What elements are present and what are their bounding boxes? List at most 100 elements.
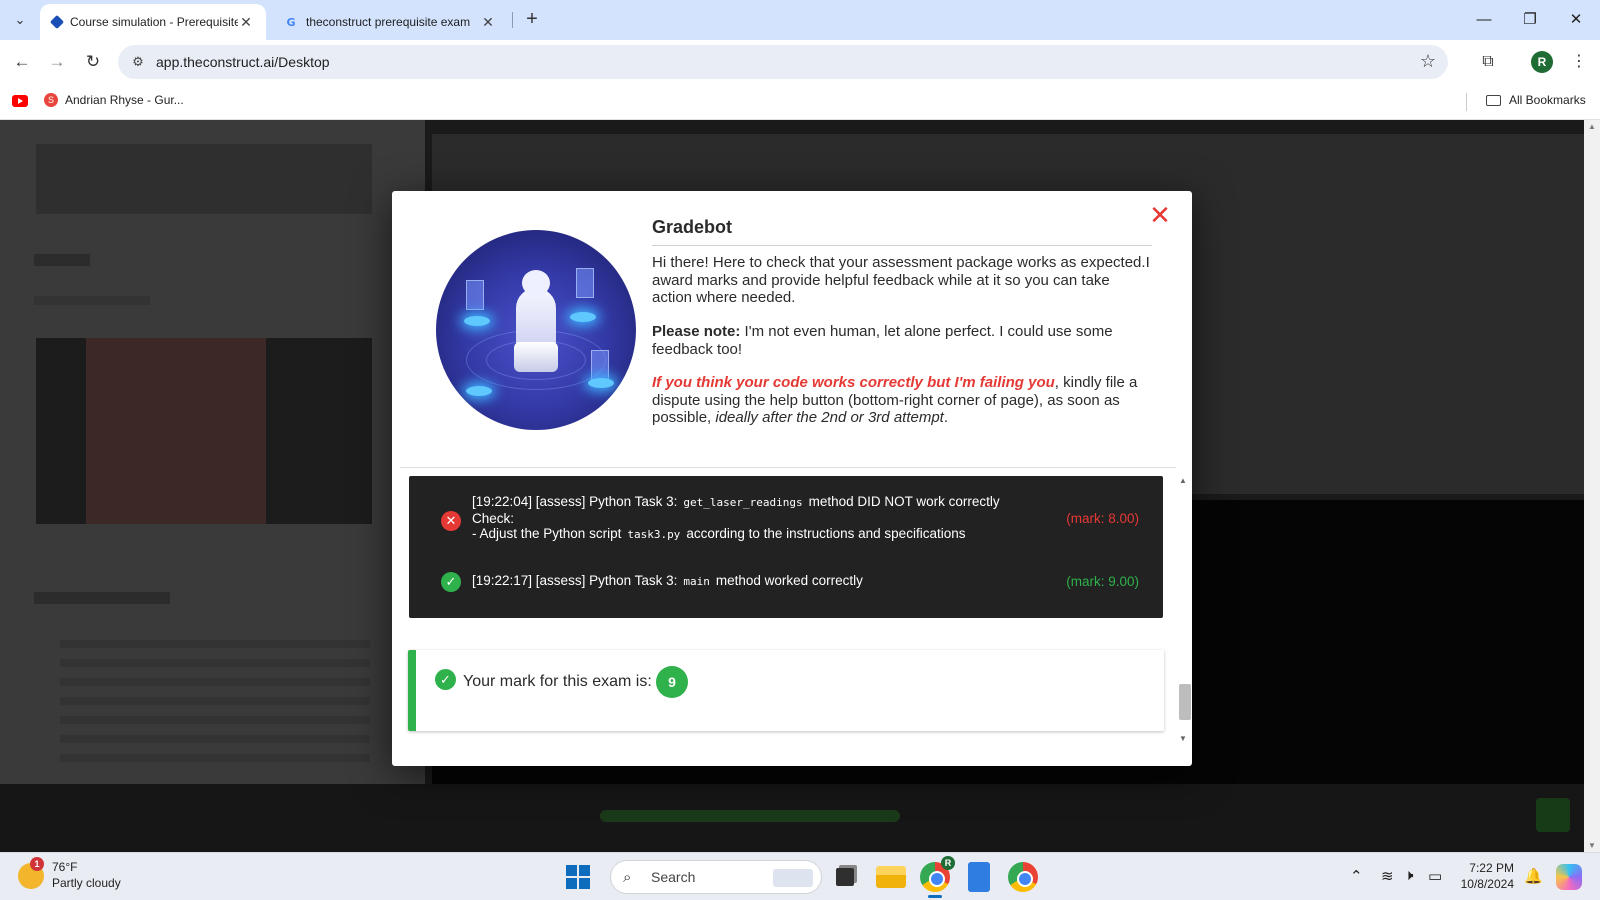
show-hidden-icons-chevron-icon[interactable]: ⌃ bbox=[1350, 867, 1363, 885]
search-placeholder: Search bbox=[651, 869, 696, 885]
google-favicon-icon: G bbox=[286, 15, 296, 29]
scroll-thumb[interactable] bbox=[1179, 684, 1191, 720]
log-suffix: method DID NOT work correctly bbox=[808, 494, 1000, 509]
ide-bottom-bar bbox=[0, 784, 1600, 852]
result-card: ✓ Your mark for this exam is: 9 bbox=[408, 650, 1164, 731]
copilot-icon[interactable] bbox=[1556, 864, 1582, 890]
extensions-puzzle-icon[interactable]: ⧉ bbox=[1477, 51, 1499, 73]
file-explorer-icon[interactable] bbox=[876, 866, 906, 888]
course-notebook-pane bbox=[0, 120, 425, 784]
address-bar[interactable]: ⚙ app.theconstruct.ai/Desktop ☆ bbox=[118, 45, 1448, 79]
notebook-subheading bbox=[34, 296, 150, 305]
tab-search-chevron-icon[interactable]: ⌄ bbox=[6, 8, 34, 32]
log-code: main bbox=[683, 575, 710, 588]
forward-arrow-icon[interactable]: → bbox=[45, 50, 69, 74]
scroll-down-icon[interactable]: ▼ bbox=[1584, 841, 1600, 850]
bookmarks-divider bbox=[1466, 93, 1467, 111]
notification-bell-icon[interactable]: 🔔 bbox=[1524, 867, 1543, 885]
log-mark: (mark: 9.00) bbox=[1066, 574, 1139, 589]
log-entry: ✓ [19:22:17] [assess] Python Task 3: main… bbox=[409, 570, 1163, 594]
restore-icon[interactable]: ❐ bbox=[1516, 6, 1544, 34]
browser-menu-icon[interactable]: ⋮ bbox=[1568, 51, 1590, 73]
notepad-icon[interactable] bbox=[968, 862, 990, 892]
fail-x-icon: ✕ bbox=[441, 511, 461, 531]
chrome-profile-badge: R bbox=[941, 856, 955, 870]
start-windows-icon[interactable] bbox=[566, 865, 590, 889]
scroll-up-icon[interactable]: ▲ bbox=[1584, 122, 1600, 131]
youtube-bookmark-icon[interactable] bbox=[12, 95, 28, 107]
robot-illustration bbox=[436, 230, 636, 430]
battery-icon[interactable]: ▭ bbox=[1428, 867, 1442, 885]
tab-title: Course simulation - Prerequisite bbox=[70, 15, 238, 29]
back-arrow-icon[interactable]: ← bbox=[10, 50, 34, 74]
chrome-taskbar-icon[interactable]: R bbox=[920, 856, 955, 898]
volume-icon[interactable]: 🕨 bbox=[1404, 867, 1413, 884]
new-tab-plus-icon[interactable]: + bbox=[520, 8, 544, 32]
close-tab-icon[interactable]: ✕ bbox=[238, 14, 254, 31]
log-prefix: [19:22:17] [assess] Python Task 3: bbox=[472, 573, 678, 588]
weather-sun-icon: 1 bbox=[18, 857, 44, 889]
wifi-icon[interactable]: ≋ bbox=[1381, 867, 1394, 885]
weather-widget[interactable]: 1 76°F Partly cloudy bbox=[18, 857, 121, 891]
close-icon[interactable]: ✕ bbox=[1148, 203, 1172, 229]
notebook-heading bbox=[34, 254, 90, 266]
system-clock[interactable]: 7:22 PM 10/8/2024 bbox=[1458, 860, 1514, 892]
log-message: [19:22:17] [assess] Python Task 3: main me… bbox=[472, 573, 863, 590]
url-text[interactable]: app.theconstruct.ai/Desktop bbox=[156, 54, 330, 70]
bookmark-andrian-rhyse[interactable]: S Andrian Rhyse - Gur... bbox=[44, 93, 184, 107]
search-icon: ⌕ bbox=[623, 868, 632, 886]
scroll-up-icon[interactable]: ▲ bbox=[1179, 476, 1187, 485]
taskbar: 1 76°F Partly cloudy ⌕ Search R ⌃ ≋ 🕨 ▭ … bbox=[0, 852, 1600, 900]
title-divider bbox=[652, 245, 1152, 246]
running-indicator bbox=[928, 895, 942, 898]
dispute-highlight: If you think your code works correctly b… bbox=[652, 374, 1055, 391]
log-instruction-suffix: according to the instructions and specif… bbox=[686, 526, 966, 541]
clock-time: 7:22 PM bbox=[1469, 861, 1514, 875]
minimize-icon[interactable]: — bbox=[1470, 6, 1498, 34]
tab-title: theconstruct prerequisite exam bbox=[306, 15, 471, 29]
intro-text: Hi there! Here to check that your assess… bbox=[652, 254, 1150, 306]
log-code: get_laser_readings bbox=[683, 496, 803, 509]
tab-course-simulation[interactable]: Course simulation - Prerequisite ✕ bbox=[40, 4, 266, 40]
scroll-down-icon[interactable]: ▼ bbox=[1179, 734, 1187, 743]
site-settings-icon[interactable]: ⚙ bbox=[128, 54, 148, 70]
log-suffix: method worked correctly bbox=[715, 573, 863, 588]
check-circle-icon: ✓ bbox=[435, 669, 456, 690]
progress-bar bbox=[600, 810, 900, 822]
notebook-image bbox=[36, 338, 372, 524]
reload-icon[interactable]: ↻ bbox=[81, 50, 105, 74]
log-prefix: [19:22:04] [assess] Python Task 3: bbox=[472, 494, 678, 509]
log-entry: ✕ [19:22:04] [assess] Python Task 3: get_… bbox=[409, 494, 1163, 554]
close-tab-icon[interactable]: ✕ bbox=[480, 14, 496, 31]
log-check: Check: bbox=[472, 510, 515, 526]
notebook-text bbox=[60, 640, 370, 770]
weather-temp: 76°F bbox=[52, 860, 78, 874]
dispute-end: . bbox=[943, 409, 949, 426]
notebook-image bbox=[36, 144, 372, 214]
bookmarks-bar: S Andrian Rhyse - Gur... All Bookmarks bbox=[0, 84, 1600, 120]
taskbar-search[interactable]: ⌕ Search bbox=[610, 860, 822, 894]
notebook-heading bbox=[34, 592, 170, 604]
log-instruction: - Adjust the Python script bbox=[472, 526, 622, 541]
help-button[interactable] bbox=[1536, 798, 1570, 832]
score-badge: 9 bbox=[656, 666, 688, 698]
all-bookmarks-label: All Bookmarks bbox=[1509, 93, 1586, 107]
log-mark: (mark: 8.00) bbox=[1066, 511, 1139, 526]
gradebot-modal: ✕ Gradebot Hi there! Here to check that … bbox=[392, 191, 1192, 766]
bookmark-star-icon[interactable]: ☆ bbox=[1420, 51, 1436, 72]
check-circle-icon: ✓ bbox=[441, 572, 461, 592]
chrome-alt-taskbar-icon[interactable] bbox=[1008, 862, 1038, 892]
section-divider bbox=[400, 467, 1176, 468]
search-highlight-image bbox=[773, 869, 813, 887]
task-view-icon[interactable] bbox=[836, 868, 854, 886]
window-close-icon[interactable]: ✕ bbox=[1562, 6, 1590, 34]
all-bookmarks-button[interactable]: All Bookmarks bbox=[1486, 93, 1586, 107]
weather-badge: 1 bbox=[30, 857, 44, 871]
note-paragraph: Please note: I'm not even human, let alo… bbox=[652, 323, 1152, 358]
assessment-log: ✕ [19:22:04] [assess] Python Task 3: get_… bbox=[409, 476, 1163, 618]
theconstruct-favicon-icon bbox=[49, 14, 65, 30]
tab-theconstruct-exam[interactable]: G theconstruct prerequisite exam ✕ bbox=[272, 4, 508, 40]
page-scrollbar[interactable]: ▲ ▼ bbox=[1584, 120, 1600, 852]
profile-avatar[interactable]: R bbox=[1531, 51, 1553, 73]
modal-scrollbar[interactable]: ▲ ▼ bbox=[1176, 476, 1192, 746]
